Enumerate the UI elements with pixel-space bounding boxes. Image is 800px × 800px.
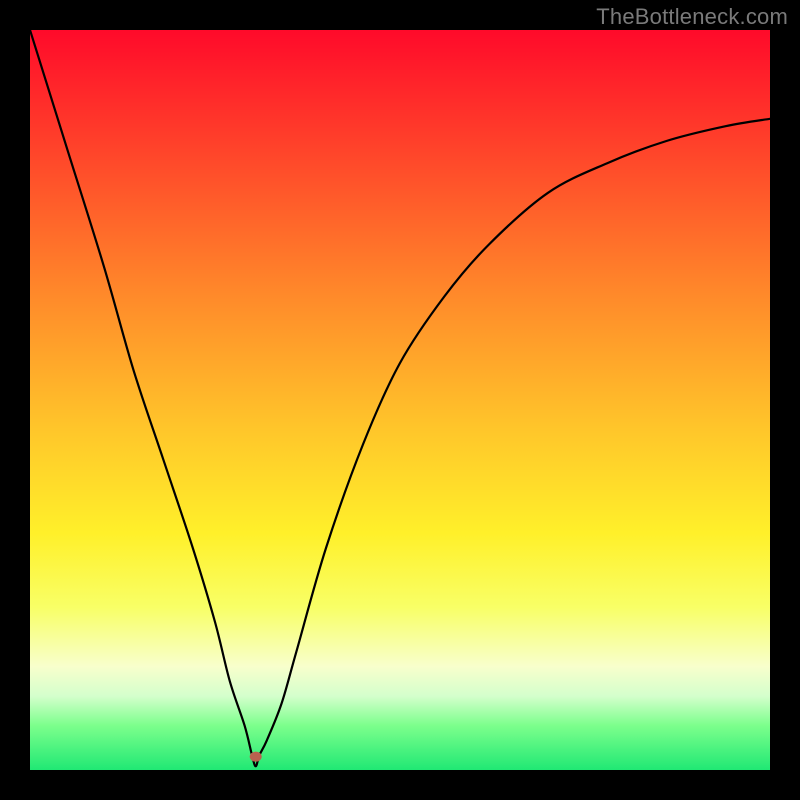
chart-stage: TheBottleneck.com bbox=[0, 0, 800, 800]
plot-area bbox=[30, 30, 770, 770]
bottleneck-curve bbox=[30, 30, 770, 766]
bottleneck-curve-svg bbox=[30, 30, 770, 770]
optimum-marker bbox=[250, 752, 262, 762]
watermark-text: TheBottleneck.com bbox=[596, 4, 788, 30]
